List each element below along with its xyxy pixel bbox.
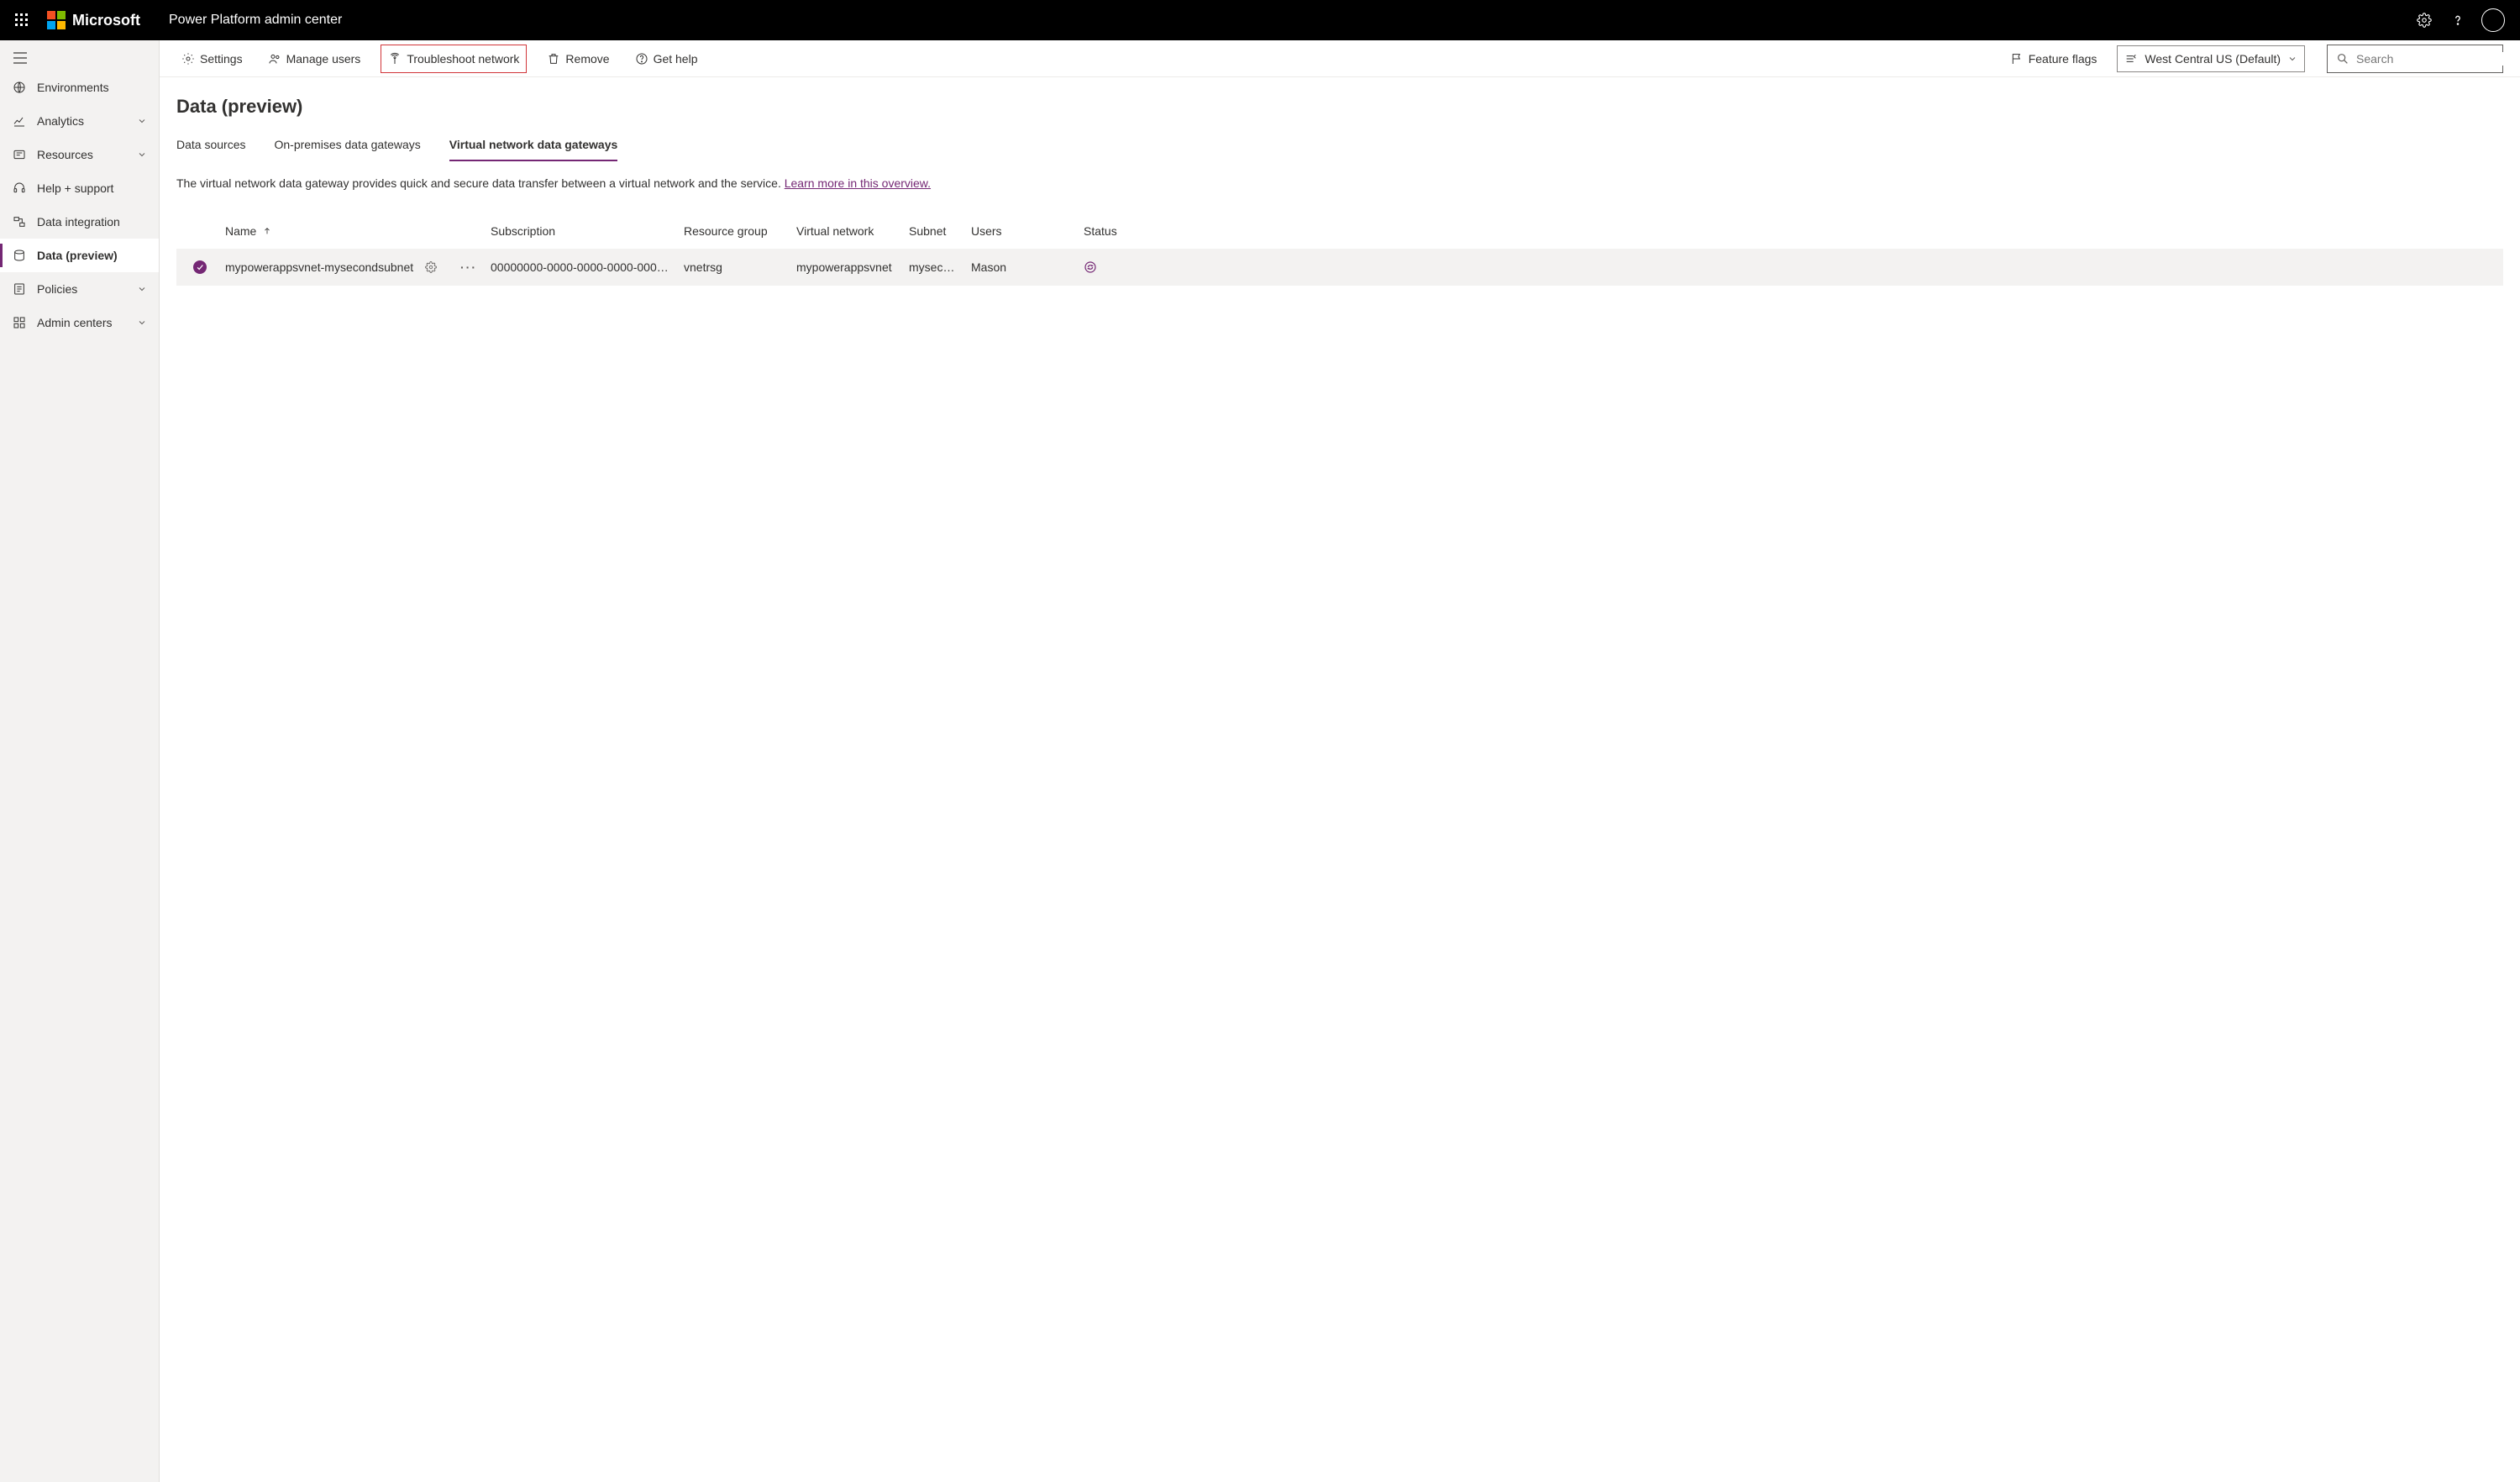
sidebar-item-label: Data (preview): [37, 249, 118, 262]
resources-icon: [12, 148, 27, 161]
command-bar: Settings Manage users Troubleshoot netwo…: [160, 40, 2520, 77]
cell-virtual-network: mypowerappsvnet: [796, 260, 909, 274]
sidebar-item-analytics[interactable]: Analytics: [0, 104, 159, 138]
environment-icon: [2124, 52, 2138, 66]
cell-name: mypowerappsvnet-mysecondsubnet: [225, 260, 413, 274]
question-icon: [635, 52, 648, 66]
col-resource-group[interactable]: Resource group: [684, 224, 796, 238]
sidebar-item-resources[interactable]: Resources: [0, 138, 159, 171]
users-icon: [268, 52, 281, 66]
hamburger-icon[interactable]: [0, 45, 159, 71]
brand-text: Microsoft: [72, 12, 140, 29]
tab-vnet-gateways[interactable]: Virtual network data gateways: [449, 133, 617, 161]
chevron-down-icon: [137, 116, 147, 126]
sidebar-item-dataintegration[interactable]: Data integration: [0, 205, 159, 239]
col-virtual-network[interactable]: Virtual network: [796, 224, 909, 238]
settings-icon[interactable]: [2407, 3, 2441, 37]
col-name[interactable]: Name: [225, 224, 491, 238]
sidebar-item-label: Help + support: [37, 181, 113, 195]
row-settings-icon[interactable]: [425, 261, 437, 273]
sidebar-item-help[interactable]: Help + support: [0, 171, 159, 205]
sort-asc-icon: [263, 226, 271, 236]
gateways-table: Name Subscription Resource group Virtual…: [176, 213, 2503, 286]
chevron-down-icon: [137, 318, 147, 328]
flag-icon: [2010, 52, 2024, 66]
main-content: Settings Manage users Troubleshoot netwo…: [160, 40, 2520, 1482]
table-row[interactable]: mypowerappsvnet-mysecondsubnet ··· 00000…: [176, 249, 2503, 286]
get-help-button[interactable]: Get help: [630, 45, 703, 73]
page-title: Data (preview): [176, 96, 2503, 118]
search-icon: [2336, 52, 2349, 66]
data-icon: [12, 249, 27, 262]
settings-button[interactable]: Settings: [176, 45, 248, 73]
chart-icon: [12, 114, 27, 128]
row-selected-icon[interactable]: [193, 260, 207, 274]
cmd-label: Remove: [565, 52, 609, 66]
cell-subnet: myseco…: [909, 260, 971, 274]
microsoft-logo: Microsoft: [47, 11, 140, 29]
cell-resource-group: vnetrsg: [684, 260, 796, 274]
cell-subscription: 00000000-0000-0000-0000-0000…: [491, 260, 684, 274]
row-more-icon[interactable]: ···: [460, 260, 480, 274]
chevron-down-icon: [137, 150, 147, 160]
sidebar: Environments Analytics Resources Help + …: [0, 40, 160, 1482]
environment-label: West Central US (Default): [2145, 52, 2281, 66]
col-users[interactable]: Users: [971, 224, 1084, 238]
remove-button[interactable]: Remove: [542, 45, 614, 73]
chevron-down-icon: [2287, 54, 2297, 64]
manage-users-button[interactable]: Manage users: [263, 45, 366, 73]
sidebar-item-admincenters[interactable]: Admin centers: [0, 306, 159, 339]
col-status[interactable]: Status: [1084, 224, 1168, 238]
sidebar-item-label: Analytics: [37, 114, 84, 128]
col-subnet[interactable]: Subnet: [909, 224, 971, 238]
tab-onprem-gateways[interactable]: On-premises data gateways: [274, 133, 420, 161]
col-subscription[interactable]: Subscription: [491, 224, 684, 238]
integration-icon: [12, 215, 27, 229]
headset-icon: [12, 181, 27, 195]
app-title: Power Platform admin center: [169, 13, 342, 28]
globe-icon: [12, 81, 27, 94]
top-bar: Microsoft Power Platform admin center: [0, 0, 2520, 40]
admin-icon: [12, 316, 27, 329]
cmd-label: Get help: [654, 52, 698, 66]
sidebar-item-datapreview[interactable]: Data (preview): [0, 239, 159, 272]
app-launcher-icon[interactable]: [8, 7, 35, 34]
trash-icon: [547, 52, 560, 66]
status-sync-icon: [1084, 260, 1158, 274]
tab-data-sources[interactable]: Data sources: [176, 133, 245, 161]
user-avatar[interactable]: [2481, 8, 2505, 32]
policies-icon: [12, 282, 27, 296]
sidebar-item-label: Admin centers: [37, 316, 112, 329]
sidebar-item-label: Environments: [37, 81, 109, 94]
learn-more-link[interactable]: Learn more in this overview.: [785, 176, 931, 190]
cmd-label: Settings: [200, 52, 243, 66]
description: The virtual network data gateway provide…: [176, 168, 2503, 213]
description-text: The virtual network data gateway provide…: [176, 176, 785, 190]
sidebar-item-label: Resources: [37, 148, 93, 161]
troubleshoot-network-button[interactable]: Troubleshoot network: [381, 45, 527, 73]
antenna-icon: [388, 52, 402, 66]
cmd-label: Troubleshoot network: [407, 52, 519, 66]
cell-users: Mason: [971, 260, 1084, 274]
environment-picker[interactable]: West Central US (Default): [2117, 45, 2305, 72]
help-icon[interactable]: [2441, 3, 2475, 37]
search-box[interactable]: [2327, 45, 2503, 73]
sidebar-item-environments[interactable]: Environments: [0, 71, 159, 104]
chevron-down-icon: [137, 284, 147, 294]
feature-flags-button[interactable]: Feature flags: [2005, 45, 2103, 73]
sidebar-item-label: Policies: [37, 282, 77, 296]
tabs: Data sources On-premises data gateways V…: [176, 133, 2503, 161]
table-header: Name Subscription Resource group Virtual…: [176, 213, 2503, 249]
cmd-label: Feature flags: [2029, 52, 2097, 66]
sidebar-item-policies[interactable]: Policies: [0, 272, 159, 306]
sidebar-item-label: Data integration: [37, 215, 120, 229]
microsoft-logo-tiles: [47, 11, 66, 29]
search-input[interactable]: [2356, 52, 2508, 66]
gear-icon: [181, 52, 195, 66]
cmd-label: Manage users: [286, 52, 361, 66]
